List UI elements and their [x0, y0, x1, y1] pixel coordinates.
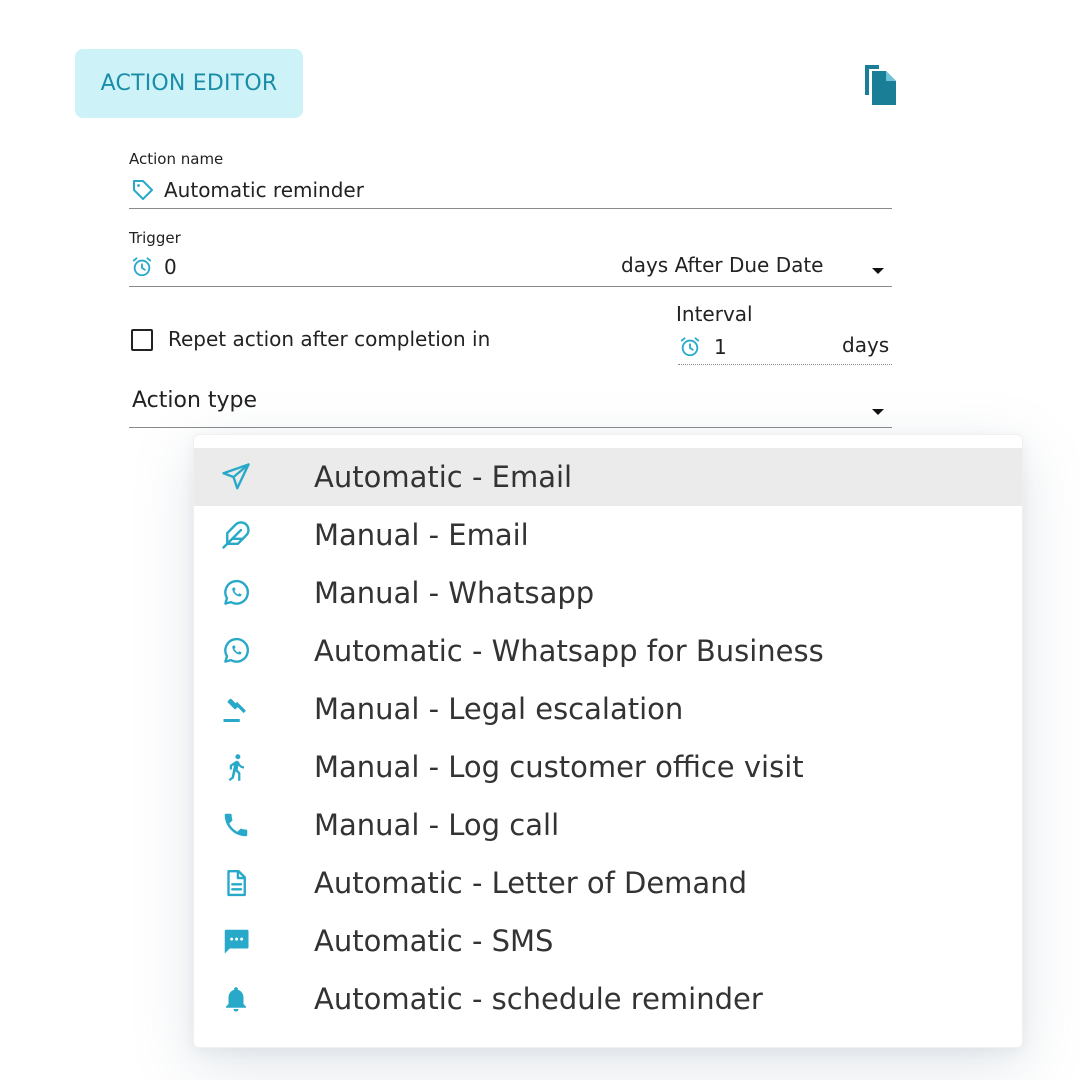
dropdown-item-manual-email[interactable]: Manual - Email: [194, 506, 1022, 564]
dropdown-item-label: Manual - Email: [314, 518, 529, 552]
action-type-dropdown-menu: Automatic - Email Manual - Email Manual …: [193, 434, 1023, 1048]
dropdown-item-manual-legal-escalation[interactable]: Manual - Legal escalation: [194, 680, 1022, 738]
dropdown-item-automatic-letter-of-demand[interactable]: Automatic - Letter of Demand: [194, 854, 1022, 912]
dropdown-item-label: Automatic - Email: [314, 460, 573, 494]
whatsapp-icon: [220, 577, 252, 609]
dropdown-item-label: Manual - Whatsapp: [314, 576, 595, 610]
gavel-icon: [220, 693, 252, 725]
interval-underline: [678, 364, 892, 365]
dropdown-item-automatic-schedule-reminder[interactable]: Automatic - schedule reminder: [194, 970, 1022, 1028]
dropdown-item-label: Manual - Legal escalation: [314, 692, 684, 726]
dropdown-item-label: Manual - Log call: [314, 808, 560, 842]
dropdown-item-label: Automatic - Letter of Demand: [314, 866, 747, 900]
dropdown-item-manual-whatsapp[interactable]: Manual - Whatsapp: [194, 564, 1022, 622]
send-icon: [220, 461, 252, 493]
dropdown-item-label: Automatic - schedule reminder: [314, 982, 763, 1016]
action-type-dropdown-caret-icon[interactable]: [872, 409, 884, 415]
interval-input[interactable]: 1: [714, 335, 727, 359]
document-icon: [220, 867, 252, 899]
copy-document-icon[interactable]: [861, 63, 901, 105]
page-title: ACTION EDITOR: [100, 71, 278, 96]
trigger-field[interactable]: 0: [131, 254, 177, 280]
trigger-days-input[interactable]: 0: [164, 255, 177, 279]
action-name-field[interactable]: Automatic reminder: [131, 177, 364, 203]
sms-icon: [220, 925, 252, 957]
dropdown-item-label: Automatic - Whatsapp for Business: [314, 634, 824, 668]
repeat-action-label: Repet action after completion in: [168, 327, 491, 351]
dropdown-item-automatic-sms[interactable]: Automatic - SMS: [194, 912, 1022, 970]
trigger-unit-select[interactable]: days After Due Date: [621, 253, 824, 277]
trigger-underline: [129, 286, 892, 287]
interval-field[interactable]: 1: [679, 334, 727, 360]
action-type-underline: [129, 427, 892, 428]
action-name-underline: [129, 208, 892, 209]
dropdown-item-label: Automatic - SMS: [314, 924, 554, 958]
dropdown-item-manual-log-call[interactable]: Manual - Log call: [194, 796, 1022, 854]
dropdown-item-manual-log-office-visit[interactable]: Manual - Log customer office visit: [194, 738, 1022, 796]
trigger-dropdown-caret-icon[interactable]: [872, 268, 884, 274]
action-type-select[interactable]: Action type: [132, 388, 257, 413]
interval-unit: days: [842, 333, 890, 357]
phone-icon: [220, 809, 252, 841]
alarm-clock-icon: [131, 256, 153, 278]
dropdown-item-automatic-email[interactable]: Automatic - Email: [194, 448, 1022, 506]
bell-icon: [220, 983, 252, 1015]
action-name-label: Action name: [129, 150, 224, 168]
whatsapp-icon: [220, 635, 252, 667]
repeat-action-checkbox[interactable]: [131, 329, 153, 351]
tag-icon: [131, 178, 155, 202]
feather-icon: [220, 519, 252, 551]
dropdown-item-label: Manual - Log customer office visit: [314, 750, 804, 784]
dropdown-item-automatic-whatsapp-business[interactable]: Automatic - Whatsapp for Business: [194, 622, 1022, 680]
interval-label: Interval: [676, 302, 753, 326]
action-name-input[interactable]: Automatic reminder: [164, 178, 364, 202]
action-editor-header: ACTION EDITOR: [75, 49, 303, 118]
alarm-clock-icon: [679, 336, 701, 358]
trigger-label: Trigger: [129, 229, 181, 247]
walking-person-icon: [220, 751, 252, 783]
